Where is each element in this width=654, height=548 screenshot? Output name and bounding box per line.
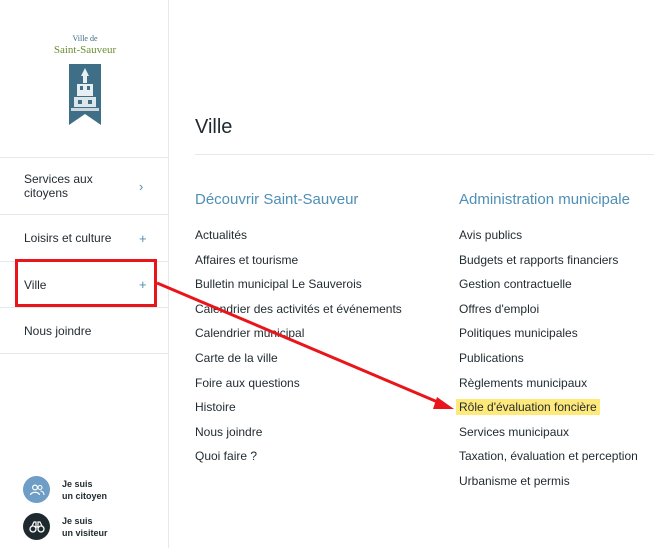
list-item[interactable]: Politiques municipales	[459, 325, 638, 350]
annotation-box	[15, 259, 157, 307]
list-item[interactable]: Services municipaux	[459, 424, 638, 449]
chevron-right-icon: ›	[139, 178, 144, 194]
list-item[interactable]: Règlements municipaux	[459, 375, 638, 400]
list-item[interactable]: Affaires et tourisme	[195, 252, 402, 277]
list-item[interactable]: Budgets et rapports financiers	[459, 252, 638, 277]
list-item[interactable]: Calendrier municipal	[195, 325, 402, 350]
title-divider	[195, 154, 654, 155]
list-item[interactable]: Calendrier des activités et événements	[195, 301, 402, 326]
logo-line1: Ville de	[72, 34, 98, 43]
persona-line2: un visiteur	[62, 527, 108, 538]
list-item[interactable]: Urbanisme et permis	[459, 473, 638, 498]
list-item[interactable]: Bulletin municipal Le Sauverois	[195, 276, 402, 301]
sidebar-item-nous-joindre[interactable]: Nous joindre	[0, 307, 168, 354]
persona-line1: Je suis	[62, 515, 93, 526]
list-item[interactable]: Nous joindre	[195, 424, 402, 449]
list-item[interactable]: Avis publics	[459, 227, 638, 252]
sidebar-nav: Services aux citoyens › Loisirs et cultu…	[0, 157, 168, 354]
list-item[interactable]: Gestion contractuelle	[459, 276, 638, 301]
coat-of-arms-icon	[69, 64, 101, 125]
sidebar-item-label: Nous joindre	[24, 323, 92, 338]
people-icon	[23, 476, 50, 503]
list-item[interactable]: Publications	[459, 350, 638, 375]
sidebar-item-label: Loisirs et culture	[24, 231, 112, 245]
sidebar-item-label: Services aux citoyens	[24, 172, 93, 200]
persona-line1: Je suis	[62, 478, 93, 489]
list-item[interactable]: Taxation, évaluation et perception	[459, 448, 638, 473]
persona-visiteur-link[interactable]: Je suis un visiteur	[23, 513, 108, 540]
plus-icon: +	[139, 230, 147, 246]
link-list: Avis publics Budgets et rapports financi…	[456, 227, 638, 498]
persona-line2: un citoyen	[62, 490, 108, 501]
list-item[interactable]: Histoire	[195, 399, 402, 424]
list-item[interactable]: Carte de la ville	[195, 350, 402, 375]
list-item[interactable]: Offres d'emploi	[459, 301, 638, 326]
list-item-highlighted[interactable]: Rôle d'évaluation foncière	[456, 399, 638, 424]
sidebar-item-services[interactable]: Services aux citoyens ›	[0, 157, 168, 214]
page-title: Ville	[195, 116, 233, 138]
column-heading[interactable]: Administration municipale	[459, 191, 630, 208]
list-item[interactable]: Actualités	[195, 227, 402, 252]
link-list: Actualités Affaires et tourisme Bulletin…	[195, 227, 402, 473]
list-item[interactable]: Foire aux questions	[195, 375, 402, 400]
site-logo[interactable]: Ville de Saint-Sauveur	[40, 34, 130, 126]
binoculars-icon	[23, 513, 50, 540]
column-heading[interactable]: Découvrir Saint-Sauveur	[195, 191, 358, 208]
sidebar-item-loisirs[interactable]: Loisirs et culture +	[0, 214, 168, 261]
highlighted-link[interactable]: Rôle d'évaluation foncière	[456, 399, 600, 416]
list-item[interactable]: Quoi faire ?	[195, 448, 402, 473]
persona-citoyen-link[interactable]: Je suis un citoyen	[23, 476, 107, 503]
logo-line2: Saint-Sauveur	[53, 44, 117, 56]
